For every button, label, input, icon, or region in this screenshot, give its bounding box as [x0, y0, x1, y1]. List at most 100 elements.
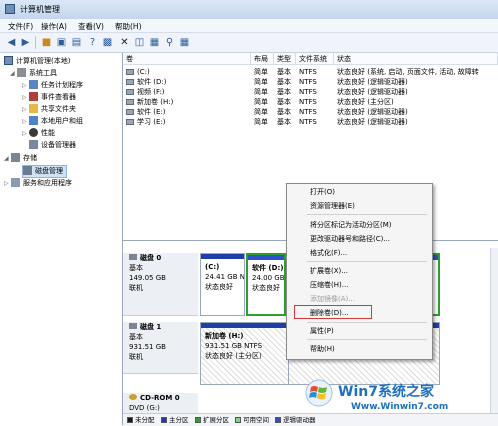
task-scheduler-icon: [29, 80, 38, 89]
legend-primary: 主分区: [161, 416, 189, 424]
menu-item-mark-active[interactable]: 将分区标记为活动分区(M): [287, 219, 432, 231]
menu-item-properties[interactable]: 属性(P): [287, 325, 432, 337]
legend: 未分配 主分区 扩展分区 可用空间 逻辑驱动器: [123, 413, 498, 426]
volume-icon: [126, 109, 134, 115]
menu-separator: [307, 214, 427, 215]
partition-h[interactable]: 新加卷 (H:) 931.51 GB NTFS 状态良好 (主分区): [200, 322, 289, 385]
expand-icon[interactable]: ▷: [22, 128, 29, 139]
menu-view[interactable]: 查看(V): [78, 21, 104, 32]
view-icon[interactable]: ▩: [101, 36, 114, 49]
menu-separator: [307, 339, 427, 340]
table-row[interactable]: 软件 (E:) 简单 基本 NTFS 状态良好 (逻辑驱动器): [123, 107, 498, 117]
menu-item-shrink-volume[interactable]: 压缩卷(H)...: [287, 279, 432, 291]
volume-icon: [126, 99, 134, 105]
legend-unallocated: 未分配: [127, 416, 155, 424]
navigation-tree: 计算机管理(本地) ◢ 系统工具 ▷ 任务计划程序 ▷ 事件查看器 ▷ 共享文件夹 ▷ 本…: [0, 53, 123, 425]
primary-partition-bar: [201, 323, 288, 328]
primary-partition-bar: [201, 254, 244, 259]
search-icon[interactable]: ⚲: [163, 36, 176, 49]
menu-separator: [307, 261, 427, 262]
help-icon[interactable]: ?: [86, 36, 99, 49]
disk-icon: [129, 254, 137, 260]
volume-icon: [126, 89, 134, 95]
tree-item-storage[interactable]: ◢ 存储: [4, 153, 37, 164]
cdrom-icon: [129, 394, 137, 400]
expand-icon[interactable]: ▷: [4, 178, 11, 189]
table-row[interactable]: 软件 (D:) 简单 基本 NTFS 状态良好 (逻辑驱动器): [123, 77, 498, 87]
table-row[interactable]: 视频 (F:) 简单 基本 NTFS 状态良好 (逻辑驱动器): [123, 87, 498, 97]
tree-item-local-users[interactable]: ▷ 本地用户和组: [22, 116, 83, 127]
back-arrow-icon[interactable]: ◀: [5, 36, 18, 49]
vertical-scrollbar[interactable]: [490, 248, 498, 413]
show-hide-tree-icon[interactable]: ▣: [55, 36, 68, 49]
legend-logical: 逻辑驱动器: [275, 416, 316, 424]
expand-icon[interactable]: ▷: [22, 80, 29, 91]
tree-item-event-viewer[interactable]: ▷ 事件查看器: [22, 92, 76, 103]
tree-item-disk-management[interactable]: 磁盘管理: [22, 165, 67, 178]
properties-icon[interactable]: ▤: [70, 36, 83, 49]
table-row[interactable]: (C:) 简单 基本 NTFS 状态良好 (系统, 启动, 页面文件, 活动, …: [123, 67, 498, 77]
storage-icon: [11, 153, 20, 162]
menu-item-explorer[interactable]: 资源管理器(E): [287, 200, 432, 212]
menu-item-help[interactable]: 帮助(H): [287, 343, 432, 355]
menu-item-change-drive-letter[interactable]: 更改驱动器号和路径(C)...: [287, 233, 432, 245]
menu-item-format[interactable]: 格式化(F)...: [287, 247, 432, 259]
logical-drive-bar: [248, 255, 284, 260]
expand-icon[interactable]: ▷: [22, 116, 29, 127]
column-header-type[interactable]: 类型: [274, 53, 296, 65]
collapse-icon[interactable]: ◢: [10, 68, 17, 79]
disk-icon: [129, 323, 137, 329]
column-header-layout[interactable]: 布局: [251, 53, 274, 65]
menu-item-open[interactable]: 打开(O): [287, 186, 432, 198]
tree-item-services[interactable]: ▷ 服务和应用程序: [4, 178, 72, 189]
up-folder-icon[interactable]: ■: [40, 36, 53, 49]
column-header-filesystem[interactable]: 文件系统: [296, 53, 334, 65]
expand-icon[interactable]: ▷: [22, 104, 29, 115]
disk-management-icon: [23, 166, 32, 175]
partition-c[interactable]: (C:) 24.41 GB N 状态良好: [200, 253, 245, 316]
services-icon: [11, 178, 20, 187]
windows-logo-icon: [305, 379, 333, 407]
tree-item-device-manager[interactable]: 设备管理器: [29, 140, 76, 151]
toolbar-separator: [35, 36, 36, 49]
refresh-icon[interactable]: ▦: [178, 36, 191, 49]
title-bar: 计算机管理: [0, 0, 498, 20]
menu-action[interactable]: 操作(A): [41, 21, 67, 32]
tree-item-system-tools[interactable]: ◢ 系统工具: [10, 68, 57, 79]
column-header-volume[interactable]: 卷: [123, 53, 251, 65]
partition-d[interactable]: 软件 (D:) 24.00 GB 状态良好: [246, 253, 286, 316]
window-title: 计算机管理: [20, 5, 60, 14]
open-icon[interactable]: ◫: [133, 36, 146, 49]
logical-drive-bar: [433, 255, 438, 260]
users-icon: [29, 116, 38, 125]
table-row[interactable]: 新加卷 (H:) 简单 基本 NTFS 状态良好 (主分区): [123, 97, 498, 107]
tree-item-performance[interactable]: ▷ 性能: [22, 128, 55, 139]
legend-extended: 扩展分区: [195, 416, 229, 424]
context-menu: 打开(O) 资源管理器(E) 将分区标记为活动分区(M) 更改驱动器号和路径(C…: [286, 183, 433, 360]
menu-file[interactable]: 文件(F): [8, 21, 33, 32]
collapse-icon[interactable]: ◢: [4, 153, 11, 164]
table-row[interactable]: 学习 (E:) 简单 基本 NTFS 状态良好 (逻辑驱动器): [123, 117, 498, 127]
delete-icon[interactable]: ✕: [118, 36, 131, 49]
tools-icon: [17, 68, 26, 77]
legend-free: 可用空间: [235, 416, 269, 424]
watermark-url: Www.Winwin7.com: [351, 402, 449, 412]
tree-root[interactable]: 计算机管理(本地): [4, 56, 70, 67]
forward-arrow-icon[interactable]: ▶: [19, 36, 32, 49]
event-viewer-icon: [29, 92, 38, 101]
cdrom-0-label[interactable]: CD-ROM 0 DVD (G:): [123, 393, 198, 415]
save-icon[interactable]: ▦: [148, 36, 161, 49]
volume-icon: [126, 69, 134, 75]
menu-item-extend-volume[interactable]: 扩展卷(X)...: [287, 265, 432, 277]
watermark-brand: Win7系统之家: [338, 384, 434, 400]
disk-0-label[interactable]: 磁盘 0 基本 149.05 GB 联机: [123, 253, 198, 316]
computer-management-icon: [5, 4, 15, 14]
tree-item-task-scheduler[interactable]: ▷ 任务计划程序: [22, 80, 83, 91]
menu-help[interactable]: 帮助(H): [115, 21, 142, 32]
performance-icon: [29, 128, 38, 137]
menu-bar: 文件(F) 操作(A) 查看(V) 帮助(H): [0, 19, 498, 33]
disk-1-label[interactable]: 磁盘 1 基本 931.51 GB 联机: [123, 322, 198, 374]
expand-icon[interactable]: ▷: [22, 92, 29, 103]
tree-item-shared-folders[interactable]: ▷ 共享文件夹: [22, 104, 76, 115]
column-header-status[interactable]: 状态: [334, 53, 498, 65]
